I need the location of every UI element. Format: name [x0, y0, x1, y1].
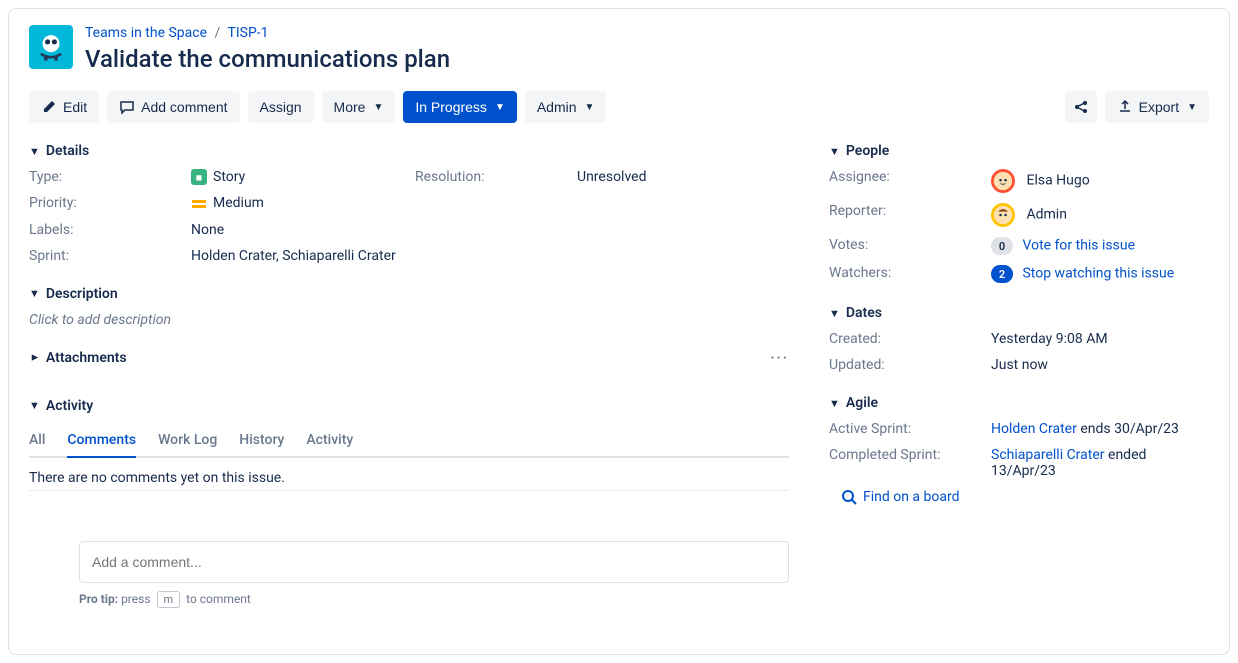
share-button[interactable] — [1065, 91, 1097, 123]
sprint-label: Sprint: — [29, 248, 179, 264]
reporter-label: Reporter: — [829, 203, 979, 227]
status-button[interactable]: In Progress ▼ — [403, 91, 517, 123]
add-comment-button[interactable]: Add comment — [107, 91, 239, 123]
edit-button[interactable]: Edit — [29, 91, 99, 123]
chevron-right-icon: ▼ — [28, 352, 41, 363]
story-icon — [191, 169, 207, 185]
attachments-actions[interactable]: ··· — [770, 350, 789, 366]
people-header[interactable]: ▼ People — [829, 143, 1209, 159]
avatar — [991, 169, 1015, 193]
resolution-value: Unresolved — [577, 169, 789, 185]
chevron-down-icon: ▼ — [373, 102, 383, 113]
activity-header[interactable]: ▼ Activity — [29, 398, 789, 414]
tab-history[interactable]: History — [239, 424, 284, 456]
search-icon — [841, 489, 857, 505]
tab-activity[interactable]: Activity — [306, 424, 353, 456]
chevron-down-icon: ▼ — [29, 145, 40, 158]
watchers-badge: 2 — [991, 265, 1013, 283]
breadcrumb-issue[interactable]: TISP-1 — [228, 25, 269, 41]
description-placeholder[interactable]: Click to add description — [29, 312, 789, 328]
issue-title: Validate the communications plan — [85, 45, 1209, 73]
share-icon — [1073, 99, 1089, 115]
watchers-label: Watchers: — [829, 265, 979, 283]
export-button[interactable]: Export ▼ — [1105, 91, 1209, 123]
reporter-value[interactable]: Admin — [991, 203, 1209, 227]
agile-header[interactable]: ▼ Agile — [829, 395, 1209, 411]
updated-value: Just now — [991, 357, 1209, 373]
completed-sprint-link[interactable]: Schiaparelli Crater — [991, 447, 1105, 463]
priority-label: Priority: — [29, 195, 179, 211]
priority-medium-icon — [191, 196, 207, 212]
key-m: m — [157, 591, 181, 608]
votes-badge: 0 — [991, 237, 1013, 255]
tab-comments[interactable]: Comments — [67, 424, 136, 456]
chevron-down-icon: ▼ — [1187, 102, 1197, 113]
priority-value[interactable]: Medium — [191, 195, 403, 211]
assignee-value[interactable]: Elsa Hugo — [991, 169, 1209, 193]
chevron-down-icon: ▼ — [585, 102, 595, 113]
labels-label: Labels: — [29, 222, 179, 238]
vote-link[interactable]: Vote for this issue — [1022, 238, 1135, 254]
completed-sprint-label: Completed Sprint: — [829, 447, 979, 479]
chevron-down-icon: ▼ — [829, 397, 840, 410]
created-label: Created: — [829, 331, 979, 347]
resolution-label: Resolution: — [415, 169, 565, 185]
project-avatar[interactable] — [29, 25, 73, 69]
comment-icon — [119, 99, 135, 115]
more-button[interactable]: More ▼ — [322, 91, 396, 123]
chevron-down-icon: ▼ — [829, 145, 840, 158]
toolbar: Edit Add comment Assign More ▼ In Progre… — [29, 91, 1209, 123]
description-header[interactable]: ▼ Description — [29, 286, 789, 302]
admin-button[interactable]: Admin ▼ — [525, 91, 607, 123]
chevron-down-icon: ▼ — [495, 102, 505, 113]
assignee-label: Assignee: — [829, 169, 979, 193]
assign-button[interactable]: Assign — [248, 91, 314, 123]
comment-input[interactable] — [79, 541, 789, 583]
votes-label: Votes: — [829, 237, 979, 255]
labels-value[interactable]: None — [191, 222, 403, 238]
tab-all[interactable]: All — [29, 424, 45, 456]
watchers-link[interactable]: Stop watching this issue — [1022, 266, 1174, 282]
active-sprint-label: Active Sprint: — [829, 421, 979, 437]
chevron-down-icon: ▼ — [29, 287, 40, 300]
avatar — [991, 203, 1015, 227]
pencil-icon — [41, 99, 57, 115]
created-value: Yesterday 9:08 AM — [991, 331, 1209, 347]
chevron-down-icon: ▼ — [829, 307, 840, 320]
protip: Pro tip: press m to comment — [79, 591, 789, 608]
breadcrumb: Teams in the Space / TISP-1 — [85, 25, 1209, 41]
find-on-board-link[interactable]: Find on a board — [841, 489, 960, 505]
type-value[interactable]: Story — [191, 169, 403, 185]
comments-empty: There are no comments yet on this issue. — [29, 470, 789, 486]
dates-header[interactable]: ▼ Dates — [829, 305, 1209, 321]
export-icon — [1117, 99, 1133, 115]
attachments-header[interactable]: ▼ Attachments — [29, 350, 127, 366]
tab-worklog[interactable]: Work Log — [158, 424, 217, 456]
updated-label: Updated: — [829, 357, 979, 373]
active-sprint-link[interactable]: Holden Crater — [991, 421, 1077, 437]
breadcrumb-project[interactable]: Teams in the Space — [85, 25, 207, 41]
chevron-down-icon: ▼ — [29, 399, 40, 412]
sprint-value[interactable]: Holden Crater, Schiaparelli Crater — [191, 248, 403, 264]
details-header[interactable]: ▼ Details — [29, 143, 789, 159]
type-label: Type: — [29, 169, 179, 185]
